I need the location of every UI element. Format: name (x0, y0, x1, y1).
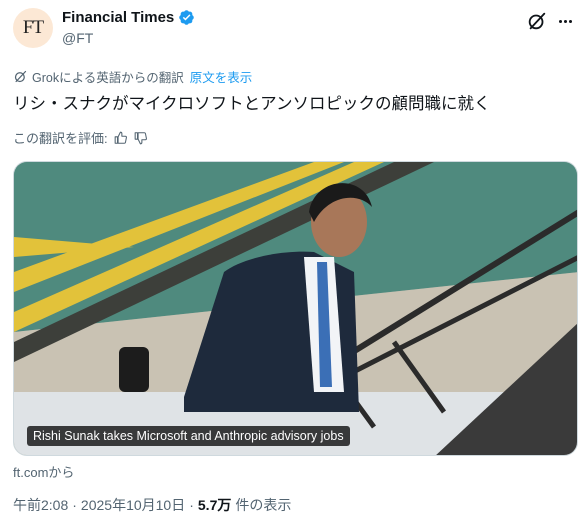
news-photo (14, 162, 577, 455)
views-count: 5.7万 (197, 497, 232, 513)
translation-row: Grokによる英語からの翻訳 原文を表示 (13, 67, 252, 86)
account-name[interactable]: Financial Times (62, 9, 174, 26)
thumbs-down-icon[interactable] (134, 131, 148, 145)
tweet-meta: 午前2:08 · 2025年10月10日 · 5.7万 件の表示 (13, 495, 291, 515)
thumbs-up-icon[interactable] (114, 131, 128, 145)
views-label: 件の表示 (235, 497, 292, 513)
grok-icon (14, 70, 27, 83)
name-row: Financial Times (62, 9, 195, 26)
rate-label: この翻訳を評価: (13, 131, 108, 146)
link-source[interactable]: ft.comから (13, 462, 74, 481)
verified-badge-icon (179, 10, 195, 25)
avatar-text: FT (22, 17, 44, 38)
tweet-date[interactable]: 2025年10月10日 (81, 495, 185, 515)
link-card-image[interactable]: Rishi Sunak takes Microsoft and Anthropi… (13, 161, 578, 456)
rate-translation-row: この翻訳を評価: (13, 128, 148, 147)
tweet-header: FT Financial Times @FT (13, 6, 576, 50)
meta-separator: · (72, 497, 77, 513)
translation-label: Grokによる英語からの翻訳 (32, 71, 184, 85)
tweet-time[interactable]: 午前2:08 (13, 495, 68, 515)
avatar[interactable]: FT (13, 8, 53, 48)
account-handle[interactable]: @FT (62, 30, 93, 46)
grok-icon[interactable] (526, 10, 548, 32)
more-icon[interactable] (554, 10, 576, 32)
show-original-link[interactable]: 原文を表示 (190, 67, 253, 86)
meta-separator: · (189, 497, 194, 513)
media-caption: Rishi Sunak takes Microsoft and Anthropi… (27, 426, 350, 446)
tweet-text: リシ・スナクがマイクロソフトとアンソロピックの顧問職に就く (13, 95, 491, 113)
